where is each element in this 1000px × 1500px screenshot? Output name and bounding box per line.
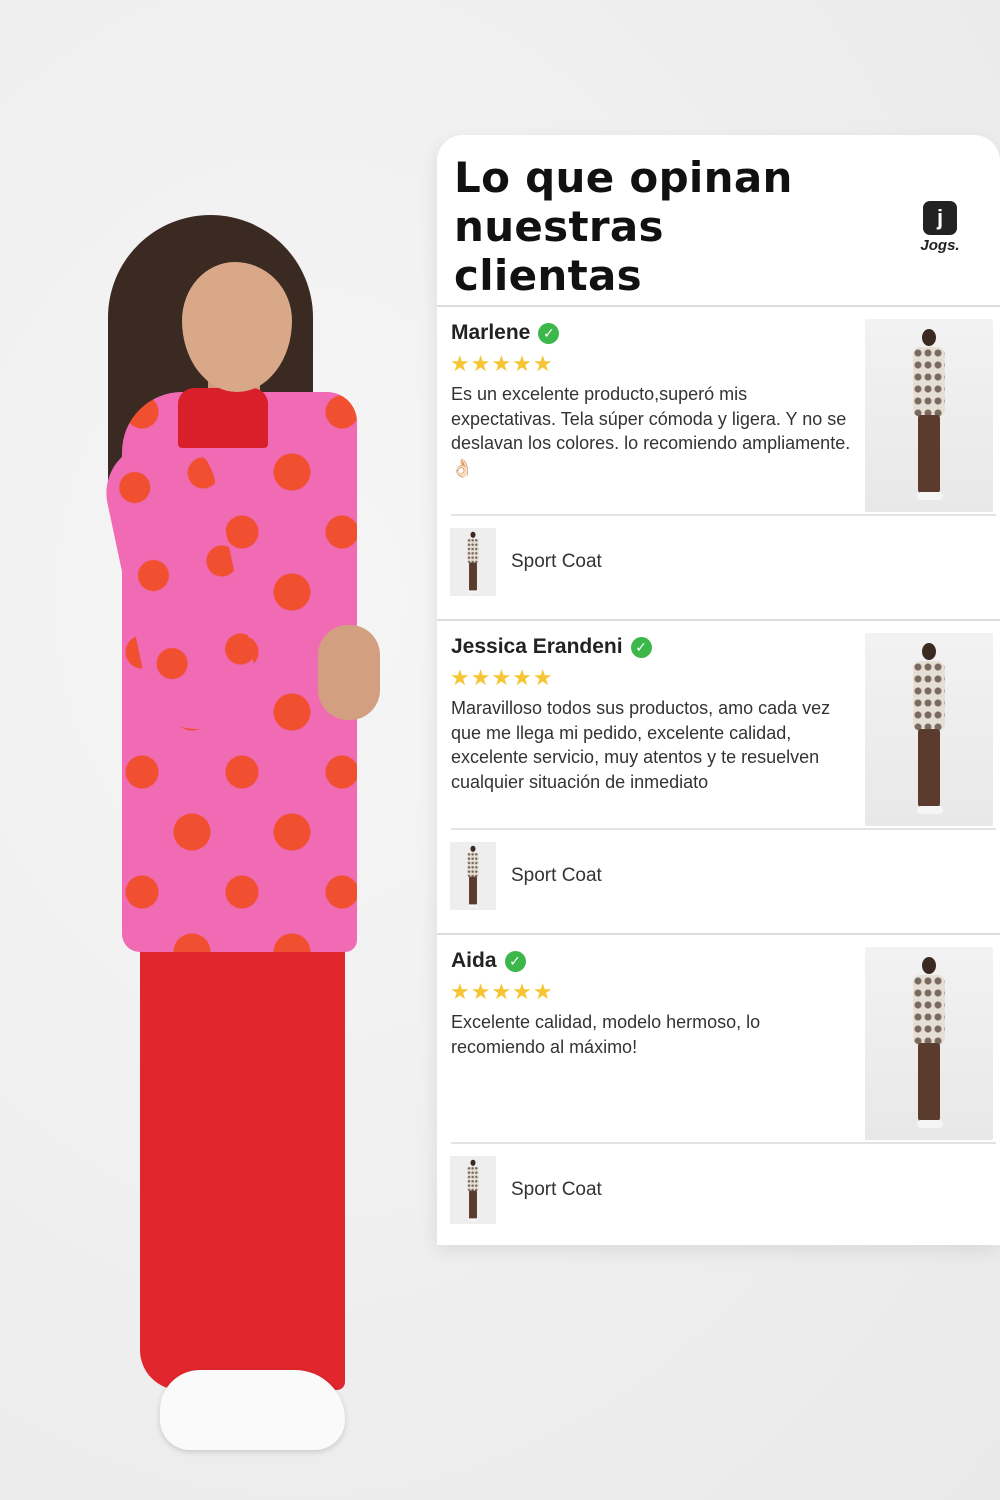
brand-logo: j Jogs. xyxy=(915,201,965,254)
product-name[interactable]: Sport Coat xyxy=(511,865,602,887)
product-thumbnail[interactable] xyxy=(450,842,496,910)
product-name[interactable]: Sport Coat xyxy=(511,551,602,573)
product-thumbnail[interactable] xyxy=(450,528,496,596)
brand-name: Jogs. xyxy=(920,237,960,254)
product-name[interactable]: Sport Coat xyxy=(511,1179,602,1201)
reviewer-name: Marlene xyxy=(451,321,531,344)
model-photo xyxy=(0,0,430,1500)
panel-header: Lo que opinan nuestras clientas j Jogs. xyxy=(437,135,1000,307)
reviewer-name: Aida xyxy=(451,949,497,972)
review-text: Excelente calidad, modelo hermoso, lo re… xyxy=(451,1012,761,1057)
product-link[interactable]: Sport Coat xyxy=(450,1156,602,1224)
jogs-logo-icon: j xyxy=(923,201,957,235)
check-circle-icon: ✓ xyxy=(630,636,652,658)
model-hands xyxy=(318,625,380,720)
reviews-panel: Lo que opinan nuestras clientas j Jogs. … xyxy=(437,135,1000,1245)
check-circle-icon: ✓ xyxy=(538,322,560,344)
page-title: Lo que opinan nuestras clientas xyxy=(454,153,793,300)
star-rating: ★★★★★ xyxy=(450,979,554,1004)
model-pants xyxy=(140,935,345,1390)
reviewer-name: Jessica Erandeni xyxy=(451,635,623,658)
model-collar xyxy=(178,388,268,448)
product-link[interactable]: Sport Coat xyxy=(450,528,602,596)
star-rating: ★★★★★ xyxy=(450,665,554,690)
divider xyxy=(451,514,996,516)
review-card: Marlene ✓ ★★★★★ Es un excelente producto… xyxy=(437,307,1000,621)
review-card: Aida ✓ ★★★★★ Excelente calidad, modelo h… xyxy=(437,935,1000,1247)
review-photo[interactable] xyxy=(865,633,993,826)
product-link[interactable]: Sport Coat xyxy=(450,842,602,910)
review-text: Maravilloso todos sus productos, amo cad… xyxy=(451,698,831,792)
divider xyxy=(451,828,996,830)
reviewer: Marlene ✓ xyxy=(451,321,560,345)
reviewer: Aida ✓ xyxy=(451,949,526,973)
review-text: Es un excelente producto,superó mis expe… xyxy=(451,384,851,478)
review-photo[interactable] xyxy=(865,947,993,1140)
star-rating: ★★★★★ xyxy=(450,351,554,376)
model-shoes xyxy=(160,1370,345,1450)
review-card: Jessica Erandeni ✓ ★★★★★ Maravilloso tod… xyxy=(437,621,1000,935)
divider xyxy=(451,1142,996,1144)
product-thumbnail[interactable] xyxy=(450,1156,496,1224)
reviewer: Jessica Erandeni ✓ xyxy=(451,635,652,659)
review-photo[interactable] xyxy=(865,319,993,512)
check-circle-icon: ✓ xyxy=(504,950,526,972)
